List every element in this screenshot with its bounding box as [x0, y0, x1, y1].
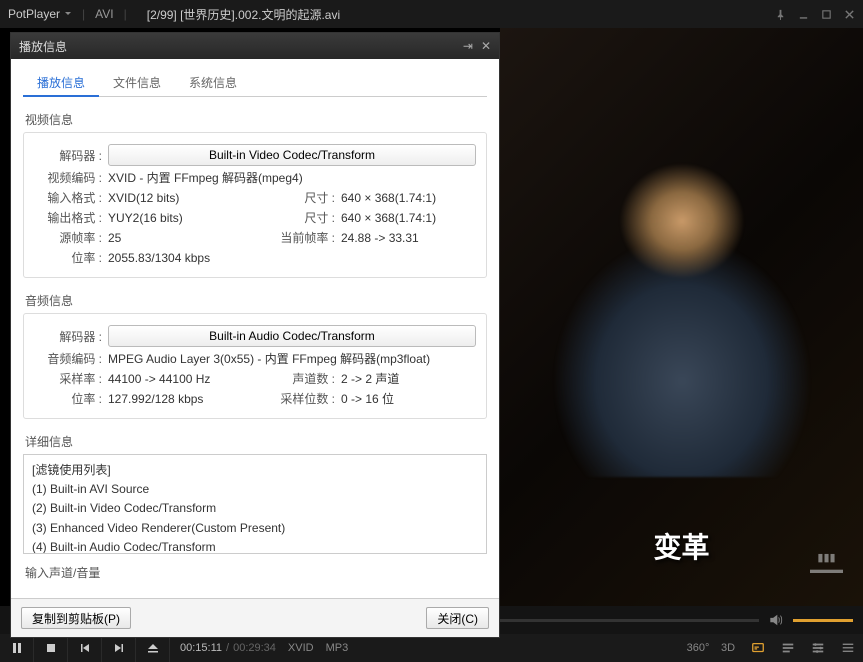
settings-button[interactable]	[803, 641, 833, 655]
maximize-button[interactable]	[821, 9, 832, 20]
panel-header[interactable]: 播放信息 ⇥ ✕	[11, 33, 499, 59]
pause-button[interactable]	[0, 634, 34, 662]
video-section: 解码器 : Built-in Video Codec/Transform 视频编…	[23, 132, 487, 278]
label-channels: 声道数 :	[275, 370, 335, 387]
label-aencoding: 音频编码 :	[34, 350, 102, 367]
video-viewport[interactable]: 变革 ▮▮▮▬▬▬	[500, 28, 863, 606]
value-samprate: 44100 -> 44100 Hz	[108, 372, 210, 386]
label-size1: 尺寸 :	[275, 189, 335, 206]
label-vbitrate: 位率 :	[34, 249, 102, 266]
channel-logo: ▮▮▮▬▬▬	[810, 551, 843, 576]
video-section-title: 视频信息	[23, 111, 487, 128]
minimize-button[interactable]	[798, 9, 809, 20]
panel-footer: 复制到剪贴板(P) 关闭(C)	[11, 598, 499, 637]
value-srcfps: 25	[108, 231, 121, 245]
time-total: 00:29:34	[233, 642, 276, 654]
close-button[interactable]	[844, 9, 855, 20]
time-current: 00:15:11	[180, 642, 222, 654]
filter-item: (4) Built-in Audio Codec/Transform	[32, 538, 478, 554]
tab-system-info[interactable]: 系统信息	[175, 69, 251, 96]
volume-progress	[793, 619, 853, 622]
tab-playback-info[interactable]: 播放信息	[23, 69, 99, 96]
filter-item: (1) Built-in AVI Source	[32, 480, 478, 499]
divider: |	[124, 7, 127, 21]
panel-title: 播放信息	[19, 38, 67, 55]
filter-list[interactable]: [滤镜使用列表] (1) Built-in AVI Source (2) Bui…	[23, 454, 487, 554]
format-label: AVI	[95, 7, 113, 21]
time-separator: /	[226, 642, 229, 654]
stop-button[interactable]	[34, 634, 68, 662]
next-button[interactable]	[102, 634, 136, 662]
panel-tabs: 播放信息 文件信息 系统信息	[23, 69, 487, 97]
playlist-button[interactable]	[773, 641, 803, 655]
video-image	[552, 157, 812, 477]
tab-file-info[interactable]: 文件信息	[99, 69, 175, 96]
panel-body: 播放信息 文件信息 系统信息 视频信息 解码器 : Built-in Video…	[11, 59, 499, 598]
detail-section-title: 详细信息	[23, 433, 487, 450]
volume-slider[interactable]	[793, 619, 853, 622]
3d-button[interactable]: 3D	[713, 642, 743, 654]
input-section-title: 输入声道/音量	[23, 564, 487, 581]
label-outputfmt: 输出格式 :	[34, 209, 102, 226]
subtitle-text: 变革	[653, 526, 709, 566]
filter-header: [滤镜使用列表]	[32, 461, 478, 480]
close-panel-icon[interactable]: ✕	[481, 39, 491, 53]
value-sampbits: 0 -> 16 位	[341, 390, 476, 407]
label-adecoder: 解码器 :	[34, 328, 102, 345]
file-title: [2/99] [世界历史].002.文明的起源.avi	[147, 6, 340, 23]
label-sampbits: 采样位数 :	[275, 390, 335, 407]
divider: |	[82, 7, 85, 21]
pin-panel-icon[interactable]: ⇥	[463, 39, 473, 53]
close-button[interactable]: 关闭(C)	[426, 607, 489, 629]
label-inputfmt: 输入格式 :	[34, 189, 102, 206]
value-vencoding: XVID - 内置 FFmpeg 解码器(mpeg4)	[108, 169, 303, 186]
eject-button[interactable]	[136, 634, 170, 662]
label-vencoding: 视频编码 :	[34, 169, 102, 186]
value-abitrate: 127.992/128 kbps	[108, 392, 203, 406]
subtitle-button[interactable]	[743, 641, 773, 655]
audio-section-title: 音频信息	[23, 292, 487, 309]
label-samprate: 采样率 :	[34, 370, 102, 387]
control-bar: 00:15:11 / 00:29:34 XVID MP3 360° 3D	[0, 634, 863, 662]
value-channels: 2 -> 2 声道	[341, 370, 476, 387]
audio-codec-chip[interactable]: MP3	[326, 642, 349, 654]
value-size2: 640 × 368(1.74:1)	[341, 211, 476, 225]
playback-info-panel: 播放信息 ⇥ ✕ 播放信息 文件信息 系统信息 视频信息 解码器 : Built…	[10, 32, 500, 638]
video-decoder-button[interactable]: Built-in Video Codec/Transform	[108, 144, 476, 166]
label-srcfps: 源帧率 :	[34, 229, 102, 246]
pin-button[interactable]	[775, 9, 786, 20]
value-size1: 640 × 368(1.74:1)	[341, 191, 476, 205]
prev-button[interactable]	[68, 634, 102, 662]
window-controls	[775, 9, 855, 20]
video-codec-chip[interactable]: XVID	[288, 642, 314, 654]
label-decoder: 解码器 :	[34, 147, 102, 164]
title-bar: PotPlayer | AVI | [2/99] [世界历史].002.文明的起…	[0, 0, 863, 28]
label-size2: 尺寸 :	[275, 209, 335, 226]
value-aencoding: MPEG Audio Layer 3(0x55) - 内置 FFmpeg 解码器…	[108, 350, 430, 367]
volume-icon[interactable]	[769, 613, 783, 627]
value-curfps: 24.88 -> 33.31	[341, 231, 476, 245]
value-outputfmt: YUY2(16 bits)	[108, 211, 183, 225]
video-content: 变革 ▮▮▮▬▬▬	[500, 28, 863, 606]
copy-clipboard-button[interactable]: 复制到剪贴板(P)	[21, 607, 131, 629]
value-vbitrate: 2055.83/1304 kbps	[108, 251, 210, 265]
chevron-down-icon	[64, 10, 72, 18]
filter-item: (3) Enhanced Video Renderer(Custom Prese…	[32, 519, 478, 538]
menu-button[interactable]	[833, 641, 863, 655]
audio-decoder-button[interactable]: Built-in Audio Codec/Transform	[108, 325, 476, 347]
vr360-button[interactable]: 360°	[683, 642, 713, 654]
app-menu[interactable]: PotPlayer	[8, 7, 72, 21]
filter-item: (2) Built-in Video Codec/Transform	[32, 499, 478, 518]
audio-section: 解码器 : Built-in Audio Codec/Transform 音频编…	[23, 313, 487, 419]
label-abitrate: 位率 :	[34, 390, 102, 407]
label-curfps: 当前帧率 :	[275, 229, 335, 246]
value-inputfmt: XVID(12 bits)	[108, 191, 179, 205]
app-name-label: PotPlayer	[8, 7, 60, 21]
